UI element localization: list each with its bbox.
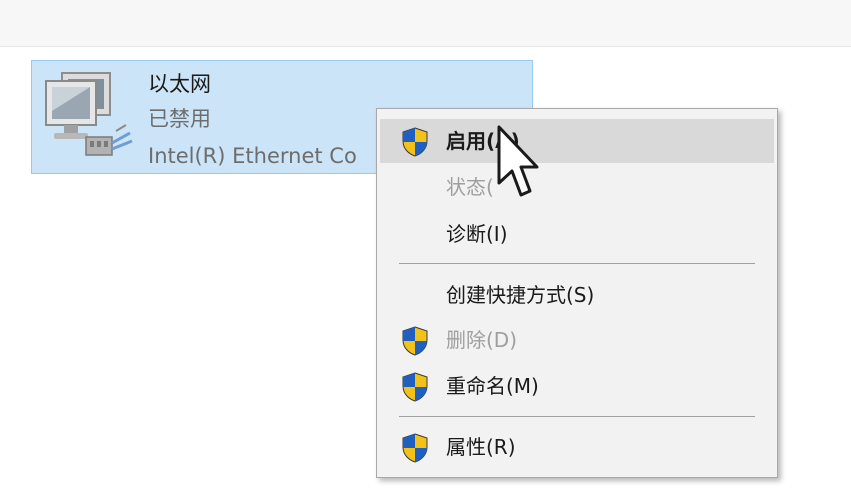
menu-item-status[interactable]: 状态(: [380, 165, 774, 209]
menu-item-diagnose[interactable]: 诊断(I): [380, 212, 774, 256]
context-menu: 启用(A) 状态( 诊断(I) 创建快捷方式(S) 删除(D) 重命名(M) 属…: [376, 108, 778, 478]
menu-item-enable[interactable]: 启用(A): [380, 119, 774, 163]
toolbar-area: [0, 0, 851, 47]
menu-item-label: 删除(D): [446, 328, 518, 352]
menu-separator: [399, 263, 755, 264]
menu-item-properties[interactable]: 属性(R): [380, 425, 774, 469]
menu-item-label: 重命名(M): [446, 374, 539, 398]
adapter-name: 以太网: [148, 72, 211, 96]
menu-item-label: 创建快捷方式(S): [446, 283, 595, 307]
mouse-pointer-icon: [497, 125, 539, 197]
uac-shield-icon: [402, 372, 428, 402]
network-adapter-icon: [40, 71, 136, 163]
menu-item-create-shortcut[interactable]: 创建快捷方式(S): [380, 273, 774, 317]
menu-item-rename[interactable]: 重命名(M): [380, 364, 774, 408]
network-connections-window: 以太网 已禁用 Intel(R) Ethernet Co 启用(A) 状态( 诊…: [0, 0, 851, 494]
uac-shield-icon: [402, 127, 428, 157]
menu-item-label: 诊断(I): [446, 222, 508, 246]
uac-shield-icon: [402, 326, 428, 356]
menu-separator: [399, 416, 755, 417]
uac-shield-icon: [402, 433, 428, 463]
menu-item-label: 状态(: [446, 175, 494, 199]
menu-item-label: 属性(R): [446, 435, 516, 459]
menu-item-delete[interactable]: 删除(D): [380, 318, 774, 362]
